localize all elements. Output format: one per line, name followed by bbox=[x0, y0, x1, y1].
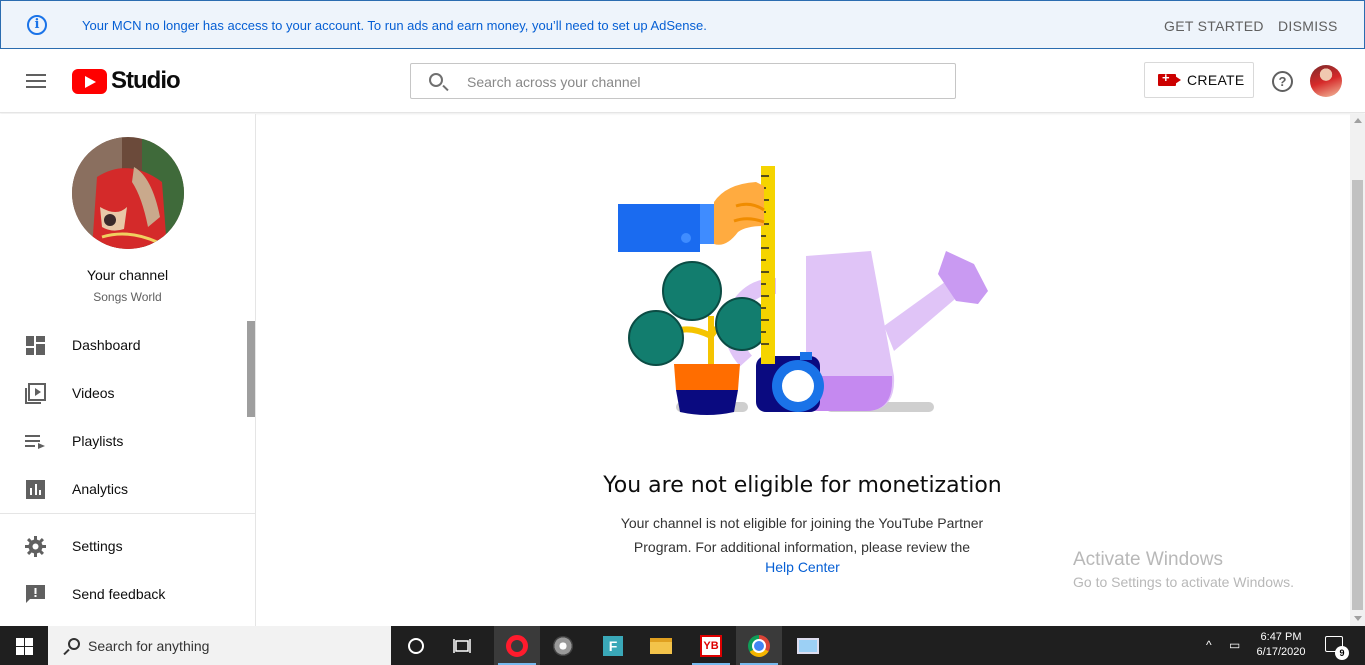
playlists-icon bbox=[25, 435, 45, 449]
monetization-illustration bbox=[618, 166, 988, 415]
file-explorer-icon[interactable] bbox=[638, 626, 684, 665]
scroll-thumb[interactable] bbox=[1352, 180, 1363, 610]
sidebar-item-dashboard[interactable]: Dashboard bbox=[0, 321, 246, 369]
search-icon bbox=[429, 73, 443, 87]
sidebar-divider bbox=[0, 513, 255, 514]
yb-app-icon[interactable]: YB bbox=[688, 626, 734, 665]
analytics-icon bbox=[26, 480, 45, 499]
remote-desktop-icon[interactable] bbox=[785, 626, 831, 665]
sidebar-item-settings[interactable]: Settings bbox=[0, 522, 246, 570]
sidebar-item-label: Videos bbox=[72, 385, 115, 401]
dashboard-icon bbox=[26, 336, 45, 355]
channel-avatar[interactable] bbox=[72, 137, 184, 249]
info-icon: i bbox=[27, 15, 47, 35]
channel-title: Your channel bbox=[86, 267, 169, 283]
sidebar-scrollbar[interactable] bbox=[247, 321, 255, 417]
notification-count: 9 bbox=[1335, 646, 1349, 660]
chevron-up-icon[interactable]: ^ bbox=[1206, 638, 1212, 652]
gear-icon bbox=[25, 536, 46, 557]
activate-windows-subtitle: Go to Settings to activate Windows. bbox=[1073, 574, 1294, 590]
dismiss-button[interactable]: DISMISS bbox=[1278, 18, 1338, 34]
search-box[interactable] bbox=[410, 63, 956, 99]
taskbar-search[interactable]: Search for anything bbox=[48, 626, 391, 665]
windows-taskbar: Search for anything F YB ^ ▭ 6:47 PM 6/1… bbox=[0, 626, 1365, 665]
sidebar-item-send-feedback[interactable]: Send feedback bbox=[0, 570, 246, 618]
sidebar-item-label: Settings bbox=[72, 538, 123, 554]
clock-time: 6:47 PM bbox=[1260, 631, 1302, 643]
get-started-button[interactable]: GET STARTED bbox=[1164, 18, 1264, 34]
videos-icon bbox=[25, 383, 46, 404]
menu-icon[interactable] bbox=[26, 74, 46, 88]
sidebar-item-label: Playlists bbox=[72, 433, 124, 449]
network-icon[interactable]: ▭ bbox=[1229, 638, 1240, 652]
system-clock[interactable]: 6:47 PM 6/17/2020 bbox=[1250, 630, 1312, 660]
sidebar: Your channel Songs World Dashboard Video… bbox=[0, 114, 256, 626]
activate-windows-title: Activate Windows bbox=[1073, 549, 1223, 570]
main-scrollbar[interactable] bbox=[1350, 114, 1365, 626]
create-label: CREATE bbox=[1187, 72, 1245, 88]
taskbar-search-text: Search for anything bbox=[88, 638, 210, 654]
sidebar-item-videos[interactable]: Videos bbox=[0, 369, 246, 417]
create-video-icon bbox=[1158, 70, 1181, 86]
sidebar-item-playlists[interactable]: Playlists bbox=[0, 417, 246, 465]
chrome-icon[interactable] bbox=[736, 626, 782, 665]
help-icon[interactable]: ? bbox=[1272, 71, 1293, 92]
create-button[interactable]: CREATE bbox=[1144, 62, 1254, 98]
opera-icon[interactable] bbox=[494, 626, 540, 665]
page-title: You are not eligible for monetization bbox=[603, 473, 1002, 498]
film-reel-icon[interactable] bbox=[540, 626, 586, 665]
search-icon bbox=[68, 638, 80, 650]
feedback-icon bbox=[26, 585, 45, 603]
sidebar-item-label: Send feedback bbox=[72, 586, 166, 602]
logo-text: Studio bbox=[111, 67, 181, 94]
sidebar-item-label: Analytics bbox=[72, 481, 129, 497]
youtube-studio-logo[interactable]: Studio bbox=[72, 67, 181, 94]
channel-name: Songs World bbox=[93, 290, 162, 304]
sidebar-item-analytics[interactable]: Analytics bbox=[0, 465, 246, 513]
scroll-down-icon[interactable] bbox=[1354, 616, 1362, 621]
sidebar-item-label: Dashboard bbox=[72, 337, 141, 353]
scroll-up-icon[interactable] bbox=[1354, 118, 1362, 123]
adsense-banner: i Your MCN no longer has access to your … bbox=[0, 0, 1365, 49]
clock-date: 6/17/2020 bbox=[1256, 646, 1306, 658]
monetization-content: You are not eligible for monetization Yo… bbox=[256, 114, 1350, 626]
cortana-icon[interactable] bbox=[393, 626, 439, 665]
search-input[interactable] bbox=[467, 72, 937, 92]
windows-start-icon[interactable] bbox=[0, 626, 48, 665]
banner-message: Your MCN no longer has access to your ac… bbox=[82, 18, 707, 33]
task-view-icon[interactable] bbox=[440, 626, 486, 665]
youtube-play-icon bbox=[72, 68, 107, 94]
account-avatar[interactable] bbox=[1310, 65, 1342, 97]
eligibility-description: Your channel is not eligible for joining… bbox=[620, 515, 984, 555]
studio-header: Studio CREATE ? bbox=[0, 49, 1365, 113]
f-app-icon[interactable]: F bbox=[590, 626, 636, 665]
